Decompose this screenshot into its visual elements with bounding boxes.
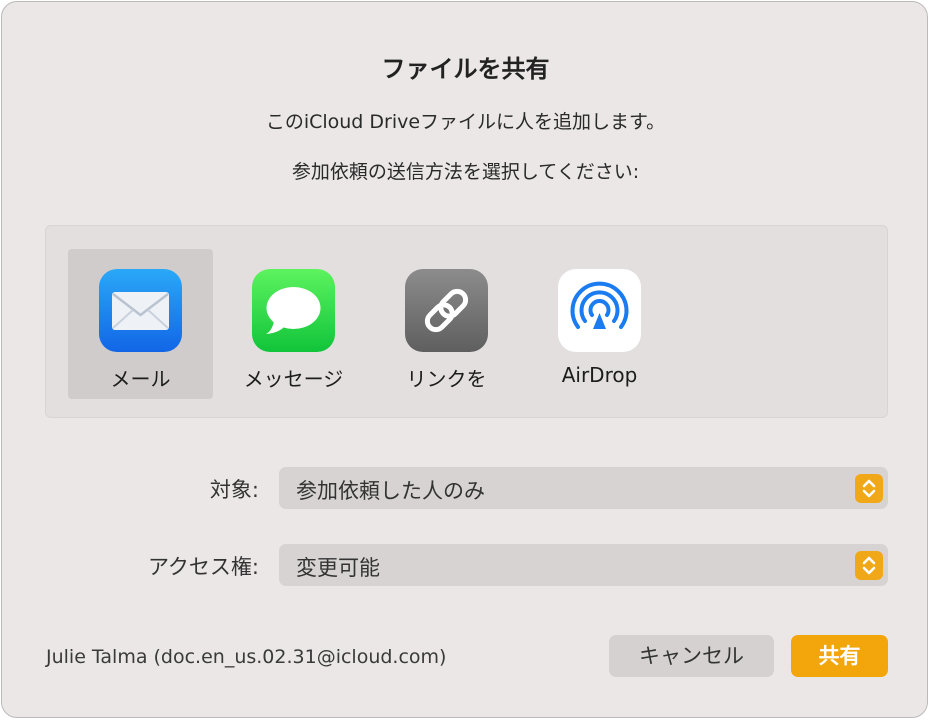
messages-icon [252, 269, 335, 352]
permission-value: 変更可能 [296, 556, 380, 580]
chevron-up-down-icon [855, 474, 883, 503]
share-option-label: AirDrop [561, 363, 638, 387]
permission-label: アクセス権: [147, 555, 259, 579]
permission-select[interactable]: 変更可能 [279, 544, 888, 586]
share-file-dialog: ファイルを共有 このiCloud Driveファイルに人を追加します。 参加依頼… [1, 1, 928, 718]
share-method-panel: メール メッセージ リンクを AirDrop [45, 225, 888, 418]
share-button[interactable]: 共有 [791, 635, 888, 677]
audience-select[interactable]: 参加依頼した人のみ [279, 467, 888, 509]
share-option-link[interactable]: リンクを [374, 249, 519, 399]
mail-icon [99, 269, 182, 352]
audience-label: 対象: [209, 478, 259, 502]
dialog-description: このiCloud Driveファイルに人を追加します。 [265, 111, 666, 133]
share-method-prompt: 参加依頼の送信方法を選択してください: [291, 161, 640, 183]
share-option-messages[interactable]: メッセージ [221, 249, 366, 399]
share-option-airdrop[interactable]: AirDrop [527, 249, 672, 399]
audience-value: 参加依頼した人のみ [296, 479, 485, 503]
account-info: Julie Talma (doc.en_us.02.31@icloud.com) [46, 646, 447, 668]
dialog-title: ファイルを共有 [381, 55, 550, 83]
share-option-mail[interactable]: メール [68, 249, 213, 399]
link-icon [405, 269, 488, 352]
cancel-button[interactable]: キャンセル [609, 635, 774, 677]
airdrop-icon [558, 269, 641, 352]
chevron-up-down-icon [855, 551, 883, 580]
